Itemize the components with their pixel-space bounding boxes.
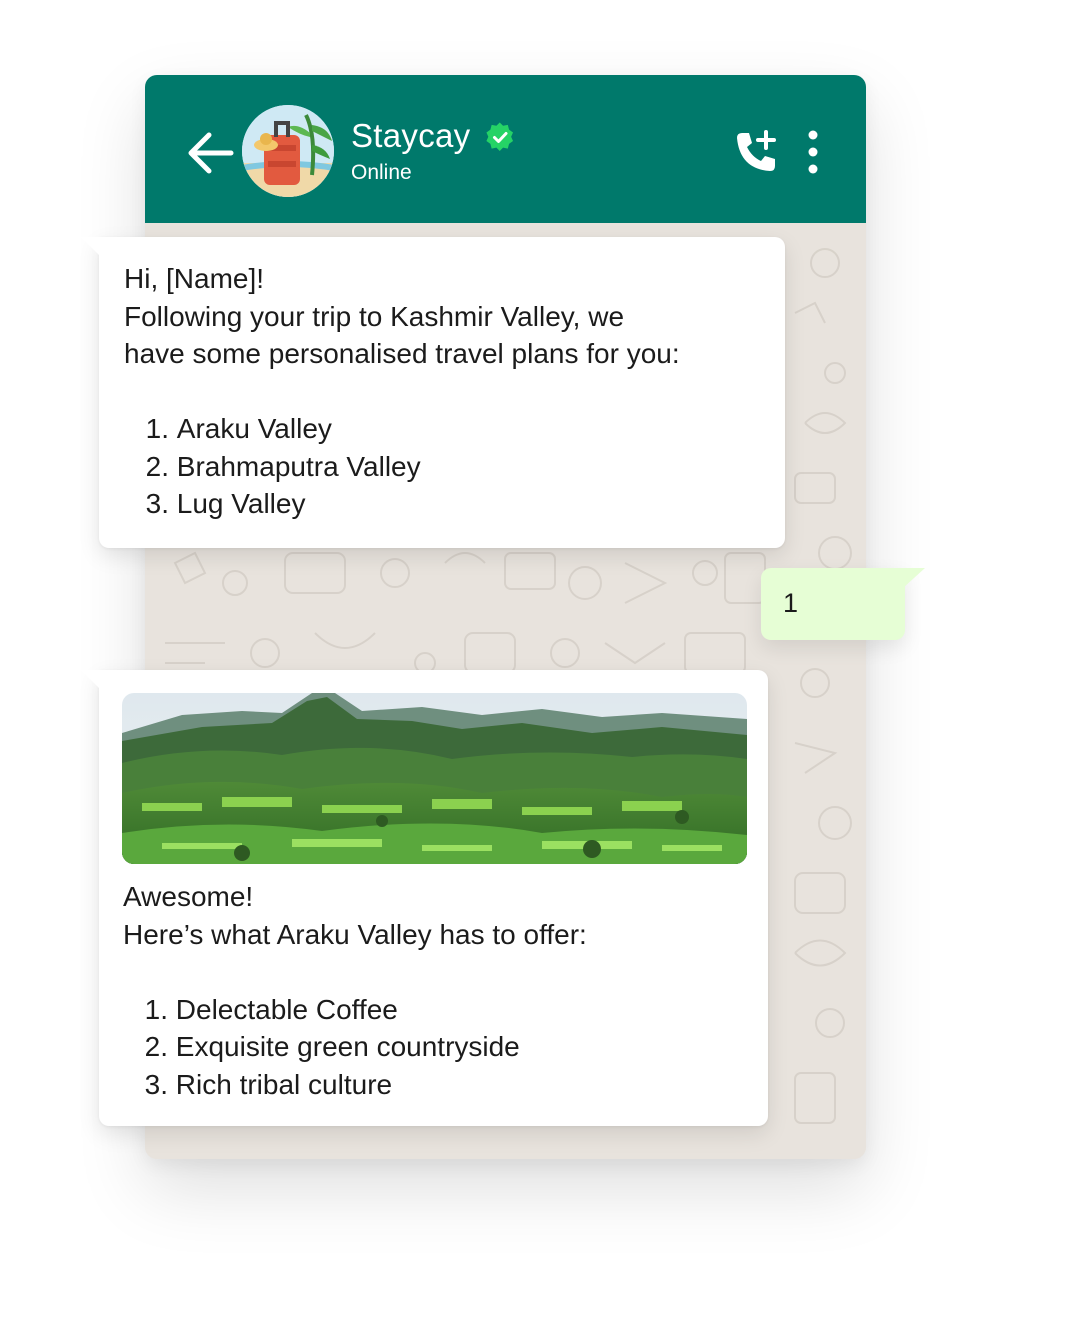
list-item: 3. Lug Valley — [124, 485, 774, 523]
list-number: 2. — [144, 1031, 168, 1062]
list-item: 2. Brahmaputra Valley — [124, 448, 774, 486]
list-item: 3. Rich tribal culture — [123, 1066, 753, 1104]
incoming-message-bubble: Awesome! Here’s what Araku Valley has to… — [81, 670, 768, 1126]
valley-list: 1. Araku Valley 2. Brahmaputra Valley 3.… — [124, 410, 774, 523]
bubble-tail — [903, 568, 925, 588]
contact-name[interactable]: Staycay — [351, 117, 471, 155]
list-item-text: Exquisite green countryside — [175, 1031, 520, 1062]
contact-name-row: Staycay — [351, 117, 515, 155]
list-item: 1. Araku Valley — [124, 410, 774, 448]
list-item-text: Brahmaputra Valley — [176, 450, 421, 482]
bubble-tail — [81, 237, 101, 257]
message-line: have some personalised travel plans for … — [124, 338, 680, 369]
landscape-image — [122, 693, 747, 864]
back-arrow-icon[interactable] — [185, 130, 235, 176]
verified-icon — [485, 122, 513, 151]
chat-header: Staycay Online — [145, 75, 866, 223]
message-text: Awesome! Here’s what Araku Valley has to… — [123, 878, 753, 1103]
list-number: 3. — [145, 488, 169, 519]
list-item-text: Rich tribal culture — [175, 1068, 393, 1100]
offer-list: 1. Delectable Coffee 2. Exquisite green … — [123, 991, 753, 1104]
list-item-text: Lug Valley — [176, 488, 306, 519]
add-call-icon[interactable] — [733, 129, 779, 175]
outgoing-message-bubble: 1 — [761, 568, 925, 640]
list-number: 2. — [145, 450, 169, 482]
message-line: Following your trip to Kashmir Valley, w… — [124, 300, 625, 332]
list-number: 3. — [144, 1068, 168, 1100]
contact-status: Online — [351, 161, 412, 184]
avatar[interactable] — [242, 105, 334, 197]
list-item-text: Delectable Coffee — [175, 993, 398, 1025]
suitcase-beach-icon — [242, 105, 334, 197]
list-item: 1. Delectable Coffee — [123, 991, 753, 1029]
list-item: 2. Exquisite green countryside — [123, 1028, 753, 1066]
more-vert-icon[interactable] — [805, 129, 821, 175]
message-line: Awesome! — [123, 881, 254, 912]
reply-text: 1 — [783, 588, 799, 618]
list-number: 1. — [145, 413, 169, 444]
message-text: Hi, [Name]! Following your trip to Kashm… — [124, 260, 774, 523]
bubble-tail — [81, 670, 101, 690]
incoming-message-bubble: Hi, [Name]! Following your trip to Kashm… — [81, 237, 785, 548]
valley-photo[interactable] — [122, 693, 747, 864]
list-item-text: Araku Valley — [176, 413, 332, 444]
message-line: Hi, [Name]! — [124, 263, 265, 294]
list-number: 1. — [144, 993, 168, 1025]
message-line: Here’s what Araku Valley has to offer: — [123, 918, 587, 950]
